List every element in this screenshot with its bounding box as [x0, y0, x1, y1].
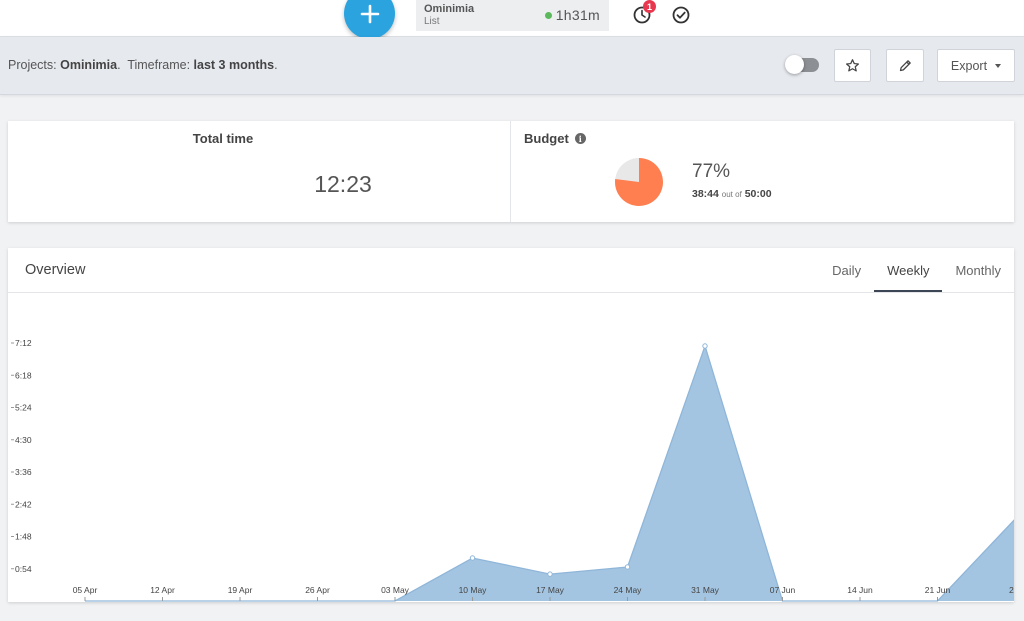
export-button[interactable]: Export	[937, 49, 1015, 82]
projects-label: Projects:	[8, 58, 57, 72]
tab-weekly[interactable]: Weekly	[874, 248, 942, 292]
edit-button[interactable]	[886, 49, 924, 82]
overview-title: Overview	[25, 262, 85, 278]
filter-bar: Projects: Ominimia. Timeframe: last 3 mo…	[0, 37, 1024, 95]
budget-out-of: out of	[722, 190, 742, 199]
budget-used: 38:44	[692, 188, 719, 200]
y-tick-label: 4:30	[15, 435, 32, 445]
x-tick-label: 17 May	[536, 585, 565, 595]
y-tick-label: 1:48	[15, 532, 32, 542]
y-tick-label: 2:42	[15, 499, 32, 509]
x-tick-label: 12 Apr	[150, 585, 175, 595]
x-tick-label: 28	[1009, 585, 1014, 595]
time-entries-button[interactable]: 1	[631, 4, 653, 26]
timer-elapsed-value: 1h31m	[556, 7, 600, 23]
budget-label-wrap: Budget i	[524, 131, 586, 146]
x-tick-label: 03 May	[381, 585, 410, 595]
tab-daily[interactable]: Daily	[819, 248, 874, 292]
x-tick-label: 24 May	[614, 585, 643, 595]
export-label: Export	[951, 59, 987, 73]
x-tick-label: 10 May	[459, 585, 488, 595]
timeframe-label: Timeframe:	[127, 58, 190, 72]
overview-tabs: Daily Weekly Monthly	[819, 248, 1014, 292]
budget-detail: 38:44 out of 50:00	[692, 188, 772, 200]
add-entry-button[interactable]	[344, 0, 395, 39]
budget-pie	[614, 157, 664, 207]
pencil-icon	[898, 58, 913, 73]
tab-monthly[interactable]: Monthly	[942, 248, 1014, 292]
y-tick-label: 6:18	[15, 370, 32, 380]
series-area	[85, 346, 1014, 601]
x-tick-label: 14 Jun	[847, 585, 873, 595]
filter-summary[interactable]: Projects: Ominimia. Timeframe: last 3 mo…	[8, 58, 278, 72]
total-time-value: 12:23	[273, 171, 413, 198]
data-point[interactable]	[703, 344, 707, 348]
x-tick-label: 05 Apr	[73, 585, 98, 595]
y-tick-label: 5:24	[15, 403, 32, 413]
y-tick-label: 7:12	[15, 338, 32, 348]
timeframe-value: last 3 months	[194, 58, 275, 72]
data-point[interactable]	[548, 572, 552, 576]
total-time-label: Total time	[8, 131, 438, 146]
plus-icon	[360, 4, 380, 24]
top-bar: Ominimia List 1h31m 1	[0, 0, 1024, 37]
budget-label: Budget	[524, 131, 569, 146]
y-tick-label: 3:36	[15, 467, 32, 477]
summary-divider	[510, 121, 511, 222]
x-tick-label: 26 Apr	[305, 585, 330, 595]
x-tick-label: 31 May	[691, 585, 720, 595]
projects-value: Ominimia	[60, 58, 117, 72]
x-tick-label: 21 Jun	[925, 585, 951, 595]
x-tick-label: 07 Jun	[770, 585, 796, 595]
summary-card: Total time 12:23 Budget i 77% 38:44 out …	[8, 121, 1014, 222]
notification-badge: 1	[643, 0, 656, 13]
data-point[interactable]	[625, 565, 629, 569]
budget-percent: 77%	[692, 161, 730, 183]
favorite-button[interactable]	[834, 49, 871, 82]
caret-down-icon	[995, 64, 1001, 68]
y-tick-label: 0:54	[15, 564, 32, 574]
view-toggle[interactable]	[786, 58, 819, 72]
check-circle-icon	[671, 5, 691, 25]
overview-card: Overview Daily Weekly Monthly 0:54 1:48 2:…	[8, 248, 1014, 602]
series-line	[85, 346, 1014, 601]
x-tick-label: 19 Apr	[228, 585, 253, 595]
budget-total: 50:00	[745, 188, 772, 200]
data-point[interactable]	[470, 556, 474, 560]
timer-elapsed: 1h31m	[545, 7, 600, 23]
approvals-button[interactable]	[670, 4, 692, 26]
star-icon	[845, 58, 860, 73]
info-icon[interactable]: i	[575, 133, 586, 144]
running-dot-icon	[545, 12, 552, 19]
running-timer[interactable]: Ominimia List 1h31m	[416, 0, 609, 31]
toggle-knob[interactable]	[785, 55, 804, 74]
overview-chart: 0:54 1:48 2:42 3:36 4:30 5:24 6:18 7:12 05 Apr 12…	[8, 293, 1014, 602]
